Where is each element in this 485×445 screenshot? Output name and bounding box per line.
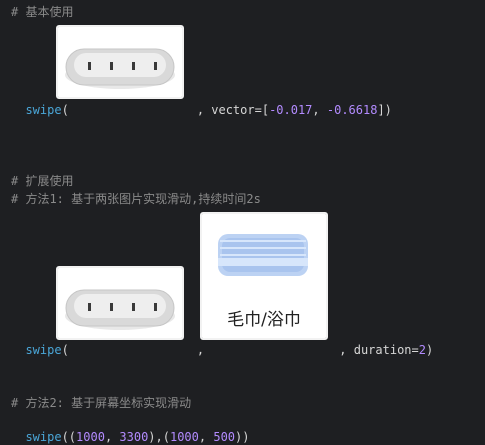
- end-y-value: 500: [213, 430, 236, 444]
- vector-x-value: -0.017: [269, 103, 313, 117]
- vector-comma: ,: [312, 103, 327, 117]
- swipe-function-name: swipe: [25, 343, 62, 357]
- close-paren: )): [235, 430, 250, 444]
- swipe-function-name: swipe: [25, 430, 62, 444]
- towel-image: 毛巾/浴巾: [200, 212, 328, 340]
- close-paren: ): [425, 343, 434, 357]
- swipe-function-name: swipe: [25, 103, 62, 117]
- arg-separator: ,: [196, 343, 212, 357]
- swipe-call-duration: swipe(, , duration=2): [11, 326, 433, 358]
- start-x-value: 1000: [76, 430, 105, 444]
- coord-separator: ),(: [148, 430, 170, 444]
- coord-comma: ,: [104, 430, 120, 444]
- open-paren: ((: [61, 430, 77, 444]
- comment-method-1: # 方法1: 基于两张图片实现滑动,持续时间2s: [11, 192, 261, 206]
- comment-basic-usage: # 基本使用: [11, 5, 74, 19]
- duration-value: 2: [418, 343, 426, 357]
- swipe-call-vector: swipe( , vector=[-0.017, -0.6618]): [11, 86, 392, 118]
- vector-y-value: -0.6618: [326, 103, 378, 117]
- swipe-call-coordinates: swipe((1000, 3300),(1000, 500)): [11, 413, 249, 445]
- comment-extended-usage: # 扩展使用: [11, 174, 74, 188]
- open-paren: (: [61, 343, 69, 357]
- coord-comma: ,: [198, 430, 214, 444]
- close-bracket-paren: ]): [377, 103, 392, 117]
- comment-method-2: # 方法2: 基于屏幕坐标实现滑动: [11, 396, 192, 410]
- end-x-value: 1000: [169, 430, 199, 444]
- duration-arg-label: , duration=: [339, 343, 419, 357]
- start-y-value: 3300: [119, 430, 149, 444]
- vector-arg-label: , vector=[: [196, 103, 270, 117]
- open-paren: (: [61, 103, 69, 117]
